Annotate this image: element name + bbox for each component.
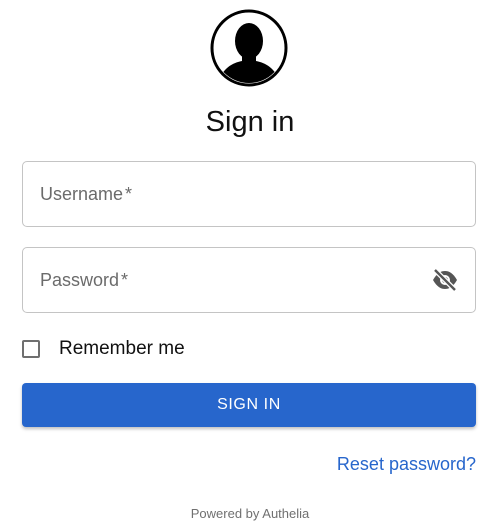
password-field[interactable]: Password * (22, 247, 476, 313)
remember-me-row[interactable]: Remember me (22, 337, 185, 361)
page-title: Sign in (205, 106, 295, 138)
password-label: Password (40, 270, 120, 290)
user-avatar-icon (210, 9, 288, 87)
reset-password-link[interactable]: Reset password? (337, 454, 476, 475)
username-label-wrap: Username * (40, 162, 132, 226)
powered-by-footer: Powered by Authelia (190, 506, 310, 521)
required-asterisk: * (121, 270, 129, 290)
sign-in-button[interactable]: SIGN IN (22, 383, 476, 427)
username-label: Username (40, 184, 124, 204)
remember-me-label[interactable]: Remember me (59, 338, 185, 360)
remember-me-checkbox[interactable] (22, 340, 40, 358)
required-asterisk: * (125, 184, 133, 204)
password-label-wrap: Password * (40, 248, 128, 312)
eye-slash-icon[interactable] (431, 268, 459, 292)
username-field[interactable]: Username * (22, 161, 476, 227)
